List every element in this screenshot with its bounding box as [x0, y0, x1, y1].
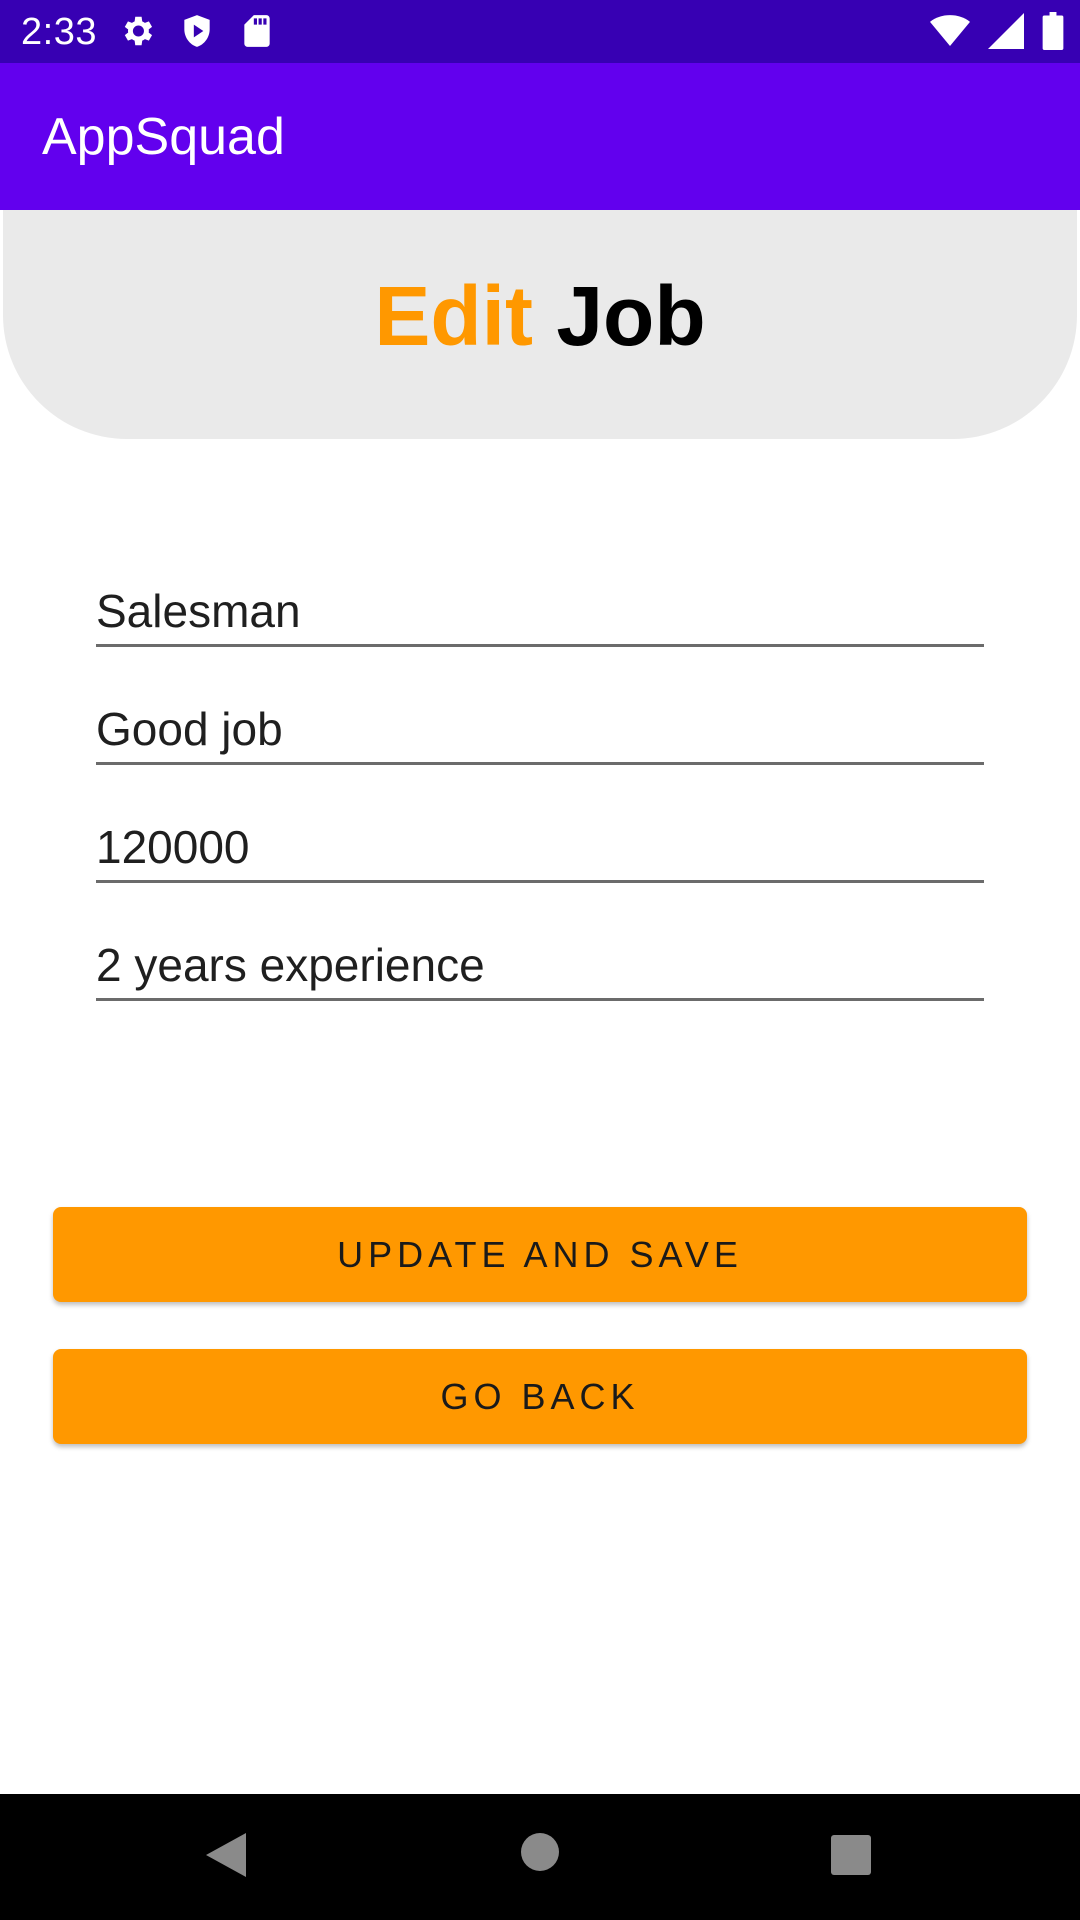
- page-title-accent: Edit: [374, 269, 533, 363]
- requirements-input[interactable]: [96, 931, 984, 998]
- header-card: Edit Job: [3, 210, 1077, 439]
- page-title-rest: Job: [556, 269, 706, 363]
- job-title-field[interactable]: [96, 577, 984, 647]
- job-title-input[interactable]: [96, 577, 984, 644]
- app-bar: AppSquad: [0, 63, 1080, 210]
- page-title: Edit Job: [3, 266, 1077, 366]
- sd-card-icon: [238, 12, 276, 50]
- go-back-button[interactable]: GO BACK: [53, 1349, 1027, 1444]
- status-left-icons: [118, 12, 276, 50]
- job-description-field[interactable]: [96, 695, 984, 765]
- back-triangle-icon[interactable]: [204, 1831, 248, 1884]
- battery-icon: [1042, 12, 1064, 50]
- salary-field[interactable]: [96, 813, 984, 883]
- status-time: 2:33: [21, 11, 97, 53]
- wifi-icon: [930, 13, 970, 49]
- status-right-icons: [930, 12, 1064, 50]
- salary-input[interactable]: [96, 813, 984, 880]
- status-bar: 2:33: [0, 0, 1080, 63]
- cell-signal-icon: [988, 13, 1024, 49]
- requirements-field[interactable]: [96, 931, 984, 1001]
- recents-square-icon[interactable]: [831, 1835, 871, 1880]
- shield-play-icon: [178, 12, 216, 50]
- update-and-save-button[interactable]: UPDATE AND SAVE: [53, 1207, 1027, 1302]
- job-description-input[interactable]: [96, 695, 984, 762]
- home-circle-icon[interactable]: [520, 1832, 560, 1877]
- navigation-bar: [0, 1794, 1080, 1920]
- app-title: AppSquad: [42, 108, 285, 166]
- gear-icon: [118, 12, 156, 50]
